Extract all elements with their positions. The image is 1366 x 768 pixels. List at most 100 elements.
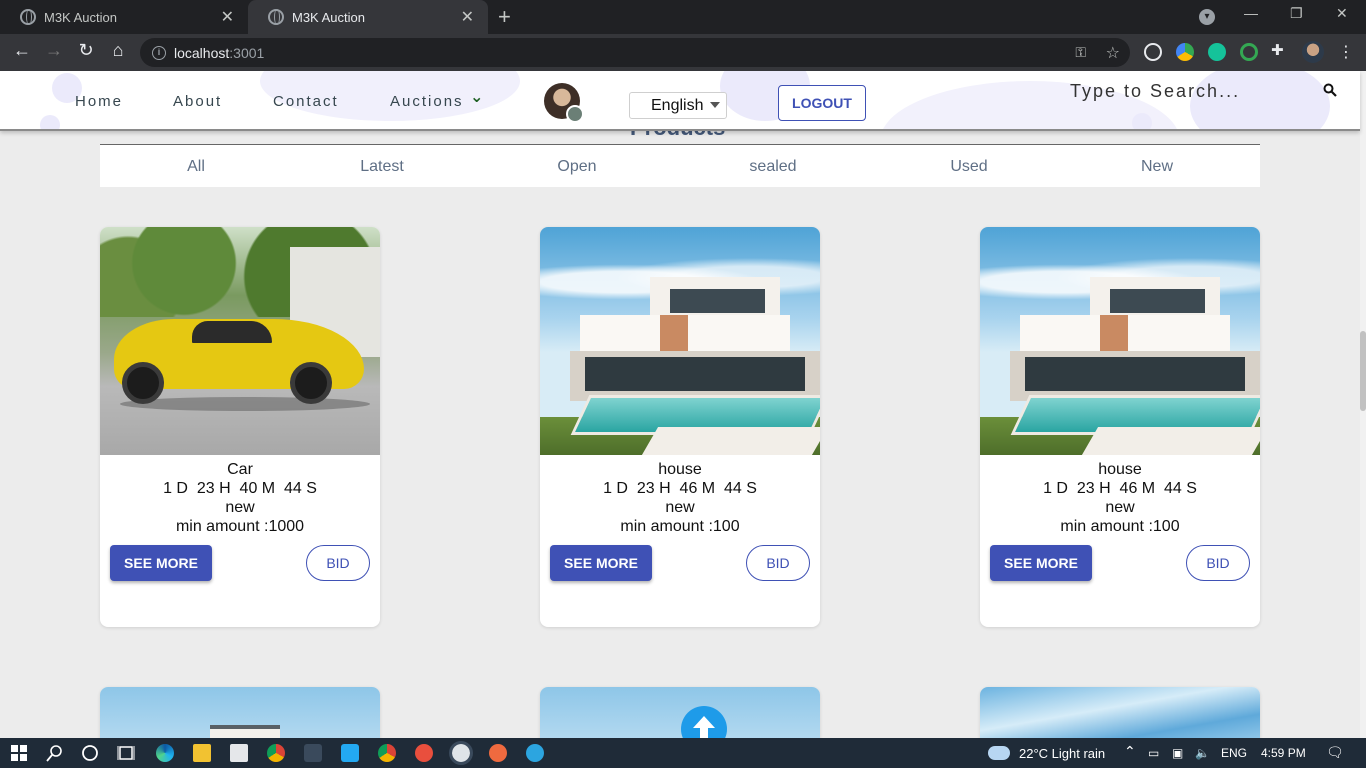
- home-icon[interactable]: ⌂: [106, 40, 130, 61]
- clock-time[interactable]: 4:59 PM: [1261, 746, 1306, 760]
- search-icon[interactable]: [1323, 83, 1337, 97]
- nav-about[interactable]: About: [173, 93, 222, 110]
- nav-home[interactable]: Home: [75, 93, 123, 110]
- bookmark-star-icon[interactable]: ☆: [1106, 43, 1120, 63]
- edge-icon[interactable]: [156, 744, 174, 762]
- kebab-menu-icon[interactable]: ⋮: [1338, 42, 1354, 62]
- tab-search-icon[interactable]: ▾: [1199, 9, 1215, 25]
- product-image-partial: [540, 687, 820, 738]
- filter-used[interactable]: Used: [950, 158, 987, 176]
- filter-new[interactable]: New: [1141, 158, 1173, 176]
- page-viewport: Home About Contact Auctions ⌄ English LO…: [0, 71, 1366, 738]
- telegram-icon[interactable]: [526, 744, 544, 762]
- see-more-button[interactable]: SEE MORE: [110, 545, 212, 581]
- extension-color-icon[interactable]: [1176, 43, 1194, 61]
- product-min-amount: min amount :100: [1060, 518, 1180, 535]
- product-min-amount: min amount :100: [620, 518, 740, 535]
- product-name: house: [658, 461, 702, 478]
- chevron-up-icon[interactable]: ⌃: [1124, 743, 1136, 760]
- bid-button[interactable]: BID: [1186, 545, 1250, 581]
- shield-icon[interactable]: [304, 744, 322, 762]
- address-bar[interactable]: i localhost:3001 ⚿ ☆: [140, 38, 1130, 67]
- mail-icon[interactable]: [230, 744, 248, 762]
- bid-button[interactable]: BID: [746, 545, 810, 581]
- task-view-icon[interactable]: [117, 744, 135, 762]
- reload-icon[interactable]: ↻: [74, 40, 98, 61]
- product-card: house 1 D 23 H 46 M 44 S new min amount …: [980, 227, 1260, 627]
- scrollbar-thumb[interactable]: [1360, 331, 1366, 411]
- new-tab-plus-icon[interactable]: +: [498, 4, 511, 30]
- site-info-icon[interactable]: i: [152, 45, 166, 60]
- back-arrow-icon[interactable]: ←: [10, 40, 34, 61]
- avatar-badge: [566, 105, 584, 123]
- url-port: :3001: [229, 44, 265, 61]
- browser-tabstrip: M3K Auction ✕ M3K Auction ✕ + ▾ — ❐ ✕: [0, 0, 1366, 34]
- vscode-icon[interactable]: [341, 744, 359, 762]
- user-avatar[interactable]: [544, 83, 584, 123]
- see-more-button[interactable]: SEE MORE: [550, 545, 652, 581]
- extension-ring-icon[interactable]: [1240, 43, 1258, 61]
- language-select[interactable]: English: [629, 92, 727, 119]
- bid-button[interactable]: BID: [306, 545, 370, 581]
- scroll-to-top-button[interactable]: [681, 706, 727, 738]
- app-icon[interactable]: [415, 744, 433, 762]
- search-icon[interactable]: [46, 744, 64, 762]
- puzzle-icon[interactable]: ✚: [1271, 41, 1289, 59]
- logout-button[interactable]: LOGOUT: [778, 85, 866, 121]
- close-icon[interactable]: ✕: [461, 7, 474, 27]
- product-card-partial: [100, 687, 380, 738]
- app-icon[interactable]: [449, 741, 473, 765]
- input-language[interactable]: ENG: [1221, 746, 1247, 760]
- filter-open[interactable]: Open: [557, 158, 596, 176]
- file-explorer-icon[interactable]: [193, 744, 211, 762]
- postman-icon[interactable]: [489, 744, 507, 762]
- forward-arrow-icon[interactable]: →: [42, 40, 66, 61]
- product-info: house 1 D 23 H 46 M 44 S new min amount …: [540, 455, 820, 536]
- window-close-icon[interactable]: ✕: [1336, 5, 1348, 22]
- chrome-icon[interactable]: [378, 744, 396, 762]
- search-input[interactable]: [1070, 79, 1260, 103]
- caret-down-icon: [710, 102, 720, 108]
- product-card-partial: [980, 687, 1260, 738]
- globe-icon: [20, 9, 36, 25]
- cortana-icon[interactable]: [81, 744, 99, 762]
- product-card-partial: [540, 687, 820, 738]
- volume-icon[interactable]: 🔈: [1195, 746, 1210, 760]
- close-icon[interactable]: ✕: [221, 7, 234, 27]
- product-info: Car 1 D 23 H 40 M 44 S new min amount :1…: [100, 455, 380, 536]
- product-countdown: 1 D 23 H 46 M 44 S: [1043, 480, 1197, 497]
- chevron-down-icon[interactable]: ⌄: [470, 87, 483, 107]
- decor-bubble: [1132, 113, 1152, 129]
- filter-sealed[interactable]: sealed: [749, 158, 796, 176]
- extension-w-icon[interactable]: [1144, 43, 1162, 61]
- product-condition: new: [665, 499, 695, 516]
- network-icon[interactable]: ▣: [1172, 746, 1183, 760]
- nav-auctions[interactable]: Auctions: [390, 93, 464, 110]
- decor-bubble: [40, 115, 60, 129]
- cloud-rain-icon[interactable]: [988, 746, 1010, 760]
- restore-icon[interactable]: ❐: [1290, 5, 1303, 22]
- app-header: Home About Contact Auctions ⌄ English LO…: [0, 71, 1360, 131]
- key-icon[interactable]: ⚿: [1075, 44, 1086, 61]
- profile-avatar[interactable]: [1302, 41, 1324, 63]
- page-scrollbar[interactable]: [1360, 71, 1366, 738]
- browser-tab-active[interactable]: M3K Auction ✕: [248, 0, 488, 34]
- filter-all[interactable]: All: [187, 158, 205, 176]
- product-countdown: 1 D 23 H 40 M 44 S: [163, 480, 317, 497]
- see-more-button[interactable]: SEE MORE: [990, 545, 1092, 581]
- battery-icon[interactable]: ▭: [1148, 746, 1159, 760]
- url-host: localhost: [174, 44, 230, 61]
- chrome-icon[interactable]: [267, 744, 285, 762]
- weather-text[interactable]: 22°C Light rain: [1019, 746, 1105, 761]
- nav-contact[interactable]: Contact: [273, 93, 339, 110]
- globe-icon: [268, 9, 284, 25]
- notifications-icon[interactable]: 🗨: [1326, 744, 1344, 761]
- product-image-house: [980, 227, 1260, 455]
- browser-tab[interactable]: M3K Auction ✕: [0, 0, 248, 34]
- minimize-icon[interactable]: —: [1244, 5, 1258, 21]
- product-info: house 1 D 23 H 46 M 44 S new min amount …: [980, 455, 1260, 536]
- grammarly-icon[interactable]: [1208, 43, 1226, 61]
- filter-latest[interactable]: Latest: [360, 158, 404, 176]
- filter-bar: All Latest Open sealed Used New: [100, 144, 1260, 187]
- windows-start-icon[interactable]: [10, 744, 28, 762]
